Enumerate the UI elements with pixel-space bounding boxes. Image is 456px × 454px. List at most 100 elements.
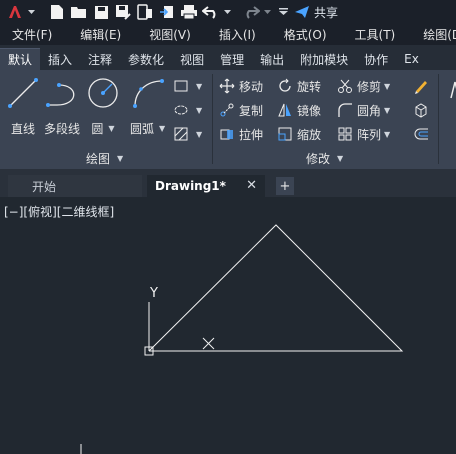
close-tab-icon[interactable]: ✕	[246, 178, 257, 193]
open-folder-icon[interactable]	[68, 2, 90, 22]
tab-insert[interactable]: 插入	[40, 48, 80, 70]
menu-edit[interactable]: 编辑(E)	[68, 26, 121, 43]
hatch-chevron-down-icon[interactable]: ▼	[196, 130, 202, 139]
stretch-label: 拉伸	[239, 127, 264, 142]
tab-express[interactable]: Ex	[396, 48, 427, 70]
undo-icon[interactable]	[200, 2, 222, 22]
tab-manage[interactable]: 管理	[212, 48, 252, 70]
triangle-shape[interactable]	[148, 224, 404, 352]
arc-label: 圆弧 ▼	[130, 122, 166, 136]
copy-icon	[218, 101, 236, 119]
panel-divider	[212, 74, 213, 164]
scale-tool-button[interactable]: 缩放	[276, 124, 321, 144]
ellipse-tool-button[interactable]: ▼	[172, 100, 202, 120]
menu-file[interactable]: 文件(F)	[0, 26, 52, 43]
rotate-label: 旋转	[297, 79, 322, 94]
tab-drawing1-label: Drawing1*	[155, 179, 226, 193]
polyline-tool-button[interactable]: 多段线	[44, 76, 80, 137]
ribbon-panel: 直线 多段线 圆 ▼ 圆弧 ▼ ▼ ▼ ▼ 绘图 ▼ 移动 旋转 修剪 ▼ 复制…	[0, 70, 456, 169]
tab-addins[interactable]: 附加模块	[292, 48, 356, 70]
redo-chevron-down-icon[interactable]	[262, 2, 272, 22]
tab-annotate[interactable]: 注释	[80, 48, 120, 70]
move-arrows-icon	[218, 77, 236, 95]
circle-chevron-down-icon: ▼	[108, 124, 115, 133]
menu-insert[interactable]: 插入(I)	[207, 26, 256, 43]
tab-view[interactable]: 视图	[172, 48, 212, 70]
menu-view[interactable]: 视图(V)	[137, 26, 191, 43]
cube-explode-icon	[412, 101, 430, 119]
fillet-tool-button[interactable]: 圆角 ▼	[336, 100, 390, 120]
menu-draw[interactable]: 绘图(D)	[411, 26, 456, 43]
tab-start[interactable]: 开始	[8, 175, 142, 197]
save-as-icon[interactable]	[112, 2, 134, 22]
save-icon[interactable]	[90, 2, 112, 22]
fillet-label: 圆角	[357, 103, 382, 118]
tab-collaborate[interactable]: 协作	[356, 48, 396, 70]
new-tab-plus-icon[interactable]: +	[276, 177, 294, 195]
erase-tool-button[interactable]	[412, 76, 433, 96]
ellipse-chevron-down-icon[interactable]: ▼	[196, 106, 202, 115]
copy-tool-button[interactable]: 复制	[218, 100, 263, 120]
copy-label: 复制	[239, 103, 264, 118]
line-tool-button[interactable]: 直线	[6, 76, 40, 137]
rectangle-tool-button[interactable]: ▼	[172, 76, 202, 96]
menu-format[interactable]: 格式(O)	[272, 26, 327, 43]
trim-tool-button[interactable]: 修剪 ▼	[336, 76, 390, 96]
web-mobile-icon[interactable]	[134, 2, 156, 22]
fillet-icon	[336, 101, 354, 119]
arc-tool-button[interactable]: 圆弧 ▼	[130, 76, 165, 137]
circle-tool-button[interactable]: 圆 ▼	[86, 76, 120, 137]
scale-label: 缩放	[297, 127, 322, 142]
redo-icon[interactable]	[240, 2, 262, 22]
modify-panel-chevron-down-icon: ▼	[337, 154, 344, 163]
line-label: 直线	[10, 122, 35, 136]
annotation-text-tool-button[interactable]	[446, 80, 456, 100]
undo-chevron-down-icon[interactable]	[222, 2, 232, 22]
tab-parametric[interactable]: 参数化	[120, 48, 172, 70]
menu-tools[interactable]: 工具(T)	[343, 26, 396, 43]
arc-chevron-down-icon: ▼	[159, 124, 166, 133]
mirror-icon	[276, 101, 294, 119]
menu-bar: 文件(F) 编辑(E) 视图(V) 插入(I) 格式(O) 工具(T) 绘图(D…	[0, 24, 456, 45]
app-logo-icon[interactable]	[4, 2, 26, 22]
document-tab-bar: 开始 Drawing1* ✕ +	[0, 169, 456, 197]
trim-chevron-down-icon[interactable]: ▼	[384, 82, 390, 91]
stretch-icon	[218, 125, 236, 143]
rectangle-chevron-down-icon[interactable]: ▼	[196, 82, 202, 91]
mirror-tool-button[interactable]: 镜像	[276, 100, 321, 120]
new-file-icon[interactable]	[46, 2, 68, 22]
rotate-tool-button[interactable]: 旋转	[276, 76, 321, 96]
tab-output[interactable]: 输出	[252, 48, 292, 70]
drawing-canvas[interactable]: Y	[0, 197, 456, 454]
move-tool-button[interactable]: 移动	[218, 76, 263, 96]
explode-tool-button[interactable]	[412, 100, 433, 120]
fillet-chevron-down-icon[interactable]: ▼	[384, 106, 390, 115]
modify-panel-title[interactable]: 修改 ▼	[306, 150, 343, 167]
share-button[interactable]: 共享	[294, 4, 338, 21]
arc-icon	[131, 76, 165, 110]
customize-chevron-down-icon[interactable]	[278, 2, 288, 22]
circle-icon	[86, 76, 120, 110]
hatch-icon	[172, 125, 190, 143]
app-menu-chevron-down-icon[interactable]	[26, 2, 36, 22]
hatch-tool-button[interactable]: ▼	[172, 124, 202, 144]
quick-access-toolbar: 共享	[0, 0, 456, 24]
array-tool-button[interactable]: 阵列 ▼	[336, 124, 390, 144]
ucs-x-marker-icon	[202, 337, 215, 350]
pencil-erase-icon	[412, 77, 430, 95]
export-icon[interactable]	[156, 2, 178, 22]
text-a-icon	[446, 81, 456, 99]
move-label: 移动	[239, 79, 264, 94]
tab-drawing1[interactable]: Drawing1* ✕	[147, 175, 265, 197]
array-chevron-down-icon[interactable]: ▼	[384, 130, 390, 139]
stretch-tool-button[interactable]: 拉伸	[218, 124, 263, 144]
plot-printer-icon[interactable]	[178, 2, 200, 22]
rotate-icon	[276, 77, 294, 95]
offset-tool-button[interactable]	[412, 124, 433, 144]
rectangle-icon	[172, 77, 190, 95]
array-label: 阵列	[357, 127, 382, 142]
tab-default[interactable]: 默认	[0, 48, 41, 70]
polyline-icon	[45, 76, 79, 110]
panel-divider-right	[438, 74, 439, 164]
draw-panel-title[interactable]: 绘图 ▼	[86, 150, 123, 167]
